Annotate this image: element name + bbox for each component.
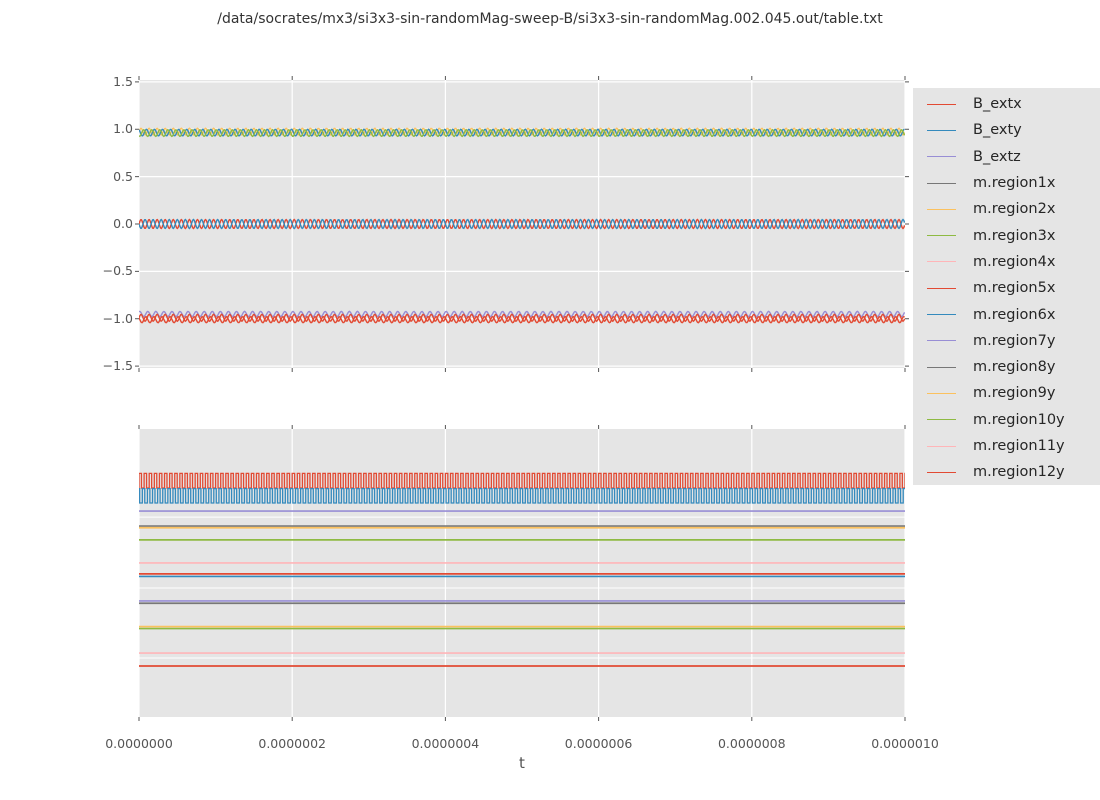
legend-line-sample — [927, 209, 956, 210]
ytick-label-1.5: 1.5 — [63, 75, 133, 89]
legend-label: B_exty — [973, 122, 1022, 138]
xtick-label-0.0000008: 0.0000008 — [707, 737, 797, 751]
legend-line-sample — [927, 261, 956, 262]
legend-entry-m.region7y: m.region7y — [913, 328, 1100, 354]
legend-line-sample — [927, 314, 956, 315]
legend-entry-m.region6x: m.region6x — [913, 301, 1100, 327]
ytick-label-−1.5: −1.5 — [63, 359, 133, 373]
legend-label: m.region2x — [973, 201, 1055, 217]
bottom-axes-background — [139, 429, 905, 717]
legend-label: B_extz — [973, 149, 1021, 165]
legend-line-sample — [927, 419, 956, 420]
ytick-label-1.0: 1.0 — [63, 122, 133, 136]
legend-label: m.region5x — [973, 280, 1055, 296]
xtick-label-0.0000000: 0.0000000 — [94, 737, 184, 751]
matplotlib-figure: /data/socrates/mx3/si3x3-sin-randomMag-s… — [0, 0, 1100, 800]
legend-entry-m.region5x: m.region5x — [913, 275, 1100, 301]
x-axis-label: t — [462, 754, 582, 772]
legend-entry-m.region3x: m.region3x — [913, 222, 1100, 248]
xtick-label-0.0000010: 0.0000010 — [860, 737, 950, 751]
legend-label: m.region9y — [973, 385, 1055, 401]
ytick-label-−1.0: −1.0 — [63, 312, 133, 326]
legend-label: m.region1x — [973, 175, 1055, 191]
legend-entry-m.region9y: m.region9y — [913, 380, 1100, 406]
legend-entry-B_extz: B_extz — [913, 144, 1100, 170]
legend-entry-B_exty: B_exty — [913, 117, 1100, 143]
legend-entry-m.region2x: m.region2x — [913, 196, 1100, 222]
legend-label: m.region3x — [973, 228, 1055, 244]
legend-label: m.region11y — [973, 438, 1065, 454]
legend-line-sample — [927, 472, 956, 473]
legend-line-sample — [927, 393, 956, 394]
legend-line-sample — [927, 340, 956, 341]
legend-line-sample — [927, 183, 956, 184]
legend-label: B_extx — [973, 96, 1022, 112]
legend-entry-B_extx: B_extx — [913, 91, 1100, 117]
legend-entry-m.region10y: m.region10y — [913, 407, 1100, 433]
xtick-label-0.0000002: 0.0000002 — [247, 737, 337, 751]
legend-entry-m.region4x: m.region4x — [913, 249, 1100, 275]
legend: B_extx B_exty B_extz m.region1x m.region2x m.… — [913, 88, 1100, 485]
legend-label: m.region7y — [973, 333, 1055, 349]
legend-entry-m.region8y: m.region8y — [913, 354, 1100, 380]
legend-label: m.region6x — [973, 307, 1055, 323]
xtick-label-0.0000004: 0.0000004 — [400, 737, 490, 751]
ytick-label-−0.5: −0.5 — [63, 264, 133, 278]
legend-label: m.region8y — [973, 359, 1055, 375]
legend-entry-m.region11y: m.region11y — [913, 433, 1100, 459]
legend-line-sample — [927, 104, 956, 105]
ytick-label-0.0: 0.0 — [63, 217, 133, 231]
legend-label: m.region4x — [973, 254, 1055, 270]
legend-line-sample — [927, 235, 956, 236]
legend-line-sample — [927, 367, 956, 368]
legend-line-sample — [927, 156, 956, 157]
legend-entry-m.region1x: m.region1x — [913, 170, 1100, 196]
legend-line-sample — [927, 446, 956, 447]
legend-entry-m.region12y: m.region12y — [913, 459, 1100, 485]
legend-line-sample — [927, 288, 956, 289]
xtick-label-0.0000006: 0.0000006 — [554, 737, 644, 751]
legend-line-sample — [927, 130, 956, 131]
legend-label: m.region12y — [973, 464, 1065, 480]
legend-label: m.region10y — [973, 412, 1065, 428]
ytick-label-0.5: 0.5 — [63, 170, 133, 184]
